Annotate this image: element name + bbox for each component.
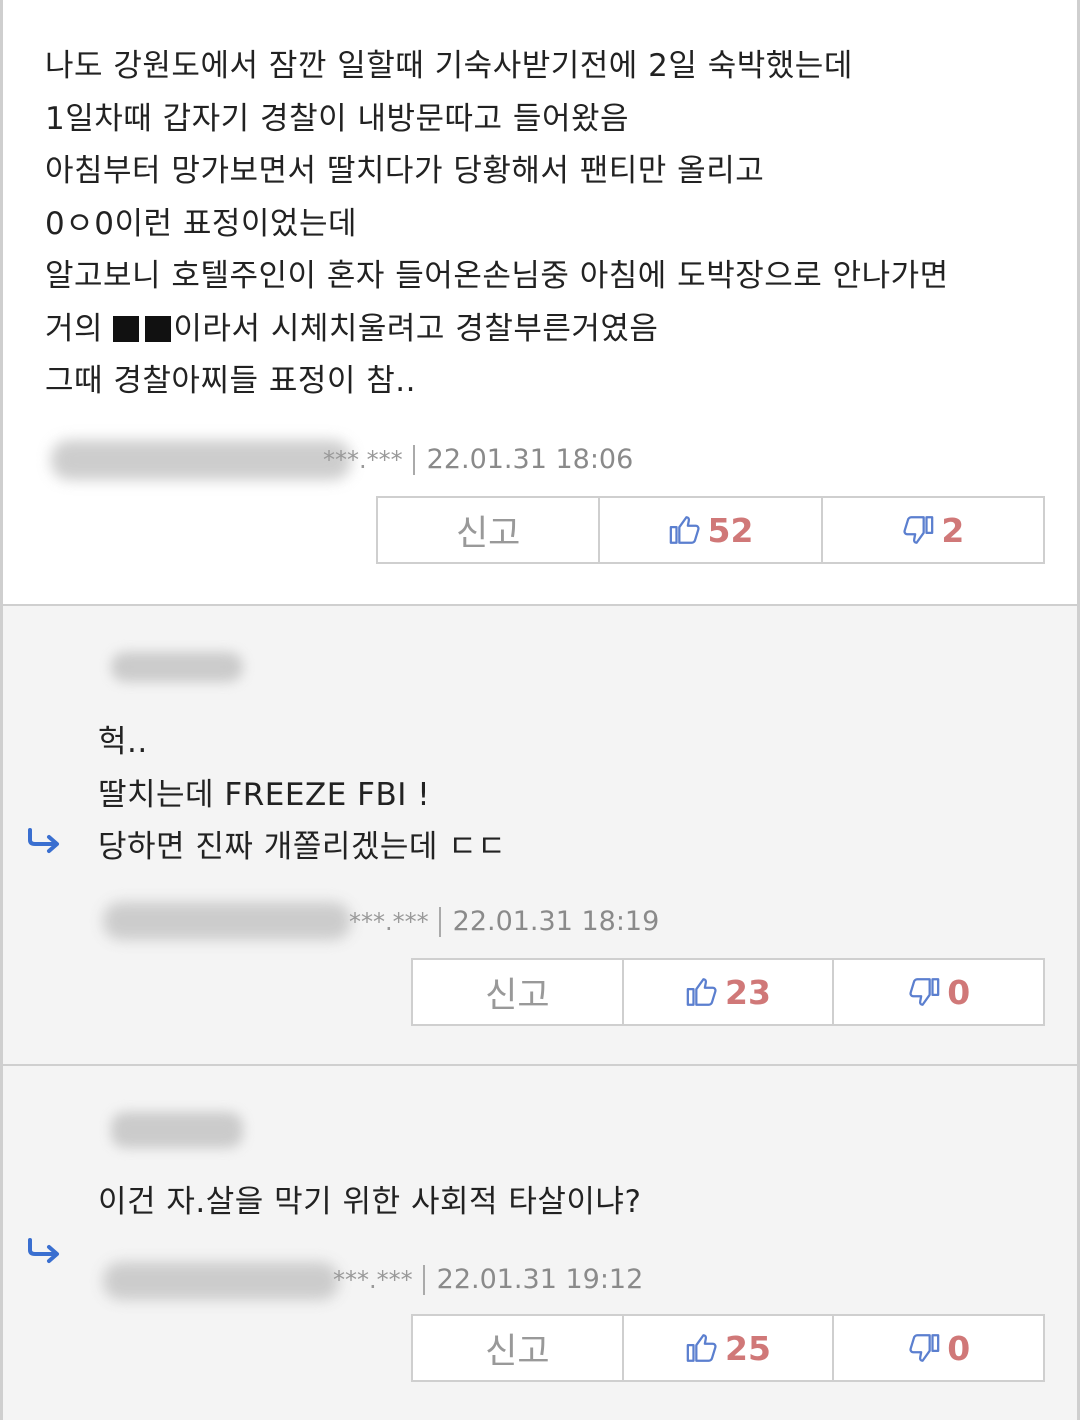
reply-arrow-icon xyxy=(28,828,59,853)
author-name-blurred xyxy=(103,902,351,940)
comment-line: 아침부터 망가보면서 딸치다가 당황해서 팬티만 올리고 xyxy=(45,153,765,189)
comment-line: 그때 경찰아찌들 표정이 참.. xyxy=(45,363,416,399)
comment-line: 이건 자.살을 막기 위한 사회적 타살이냐? xyxy=(98,1184,642,1220)
report-button[interactable]: 신고 xyxy=(413,1316,622,1380)
comment-line: 나도 강원도에서 잠깐 일할때 기숙사받기전에 2일 숙박했는데 xyxy=(45,48,853,84)
comment-date: 22.01.31 18:19 xyxy=(452,906,660,937)
comment-body: 헉.. 딸치는데 FREEZE FBI ! 당하면 진짜 개쫄리겠는데 ㄷㄷ xyxy=(98,716,506,874)
dislike-count: 0 xyxy=(947,972,971,1012)
thumbs-up-icon xyxy=(686,978,717,1006)
comment-3-reply: 이건 자.살을 막기 위한 사회적 타살이냐? ***.*** 22.01.31… xyxy=(0,1064,1080,1420)
censor-blocks xyxy=(113,315,172,342)
comment-line: 알고보니 호텔주인이 혼자 들어온손님중 아침에 도박장으로 안나가면 xyxy=(45,258,949,294)
like-count: 23 xyxy=(725,972,771,1012)
comment-actions: 신고 52 2 xyxy=(376,496,1045,564)
comment-meta: ***.*** 22.01.31 18:06 xyxy=(323,444,633,475)
comment-line: 0ㅇ0이런 표정이었는데 xyxy=(45,205,357,242)
reply-arrow-icon xyxy=(28,1238,59,1263)
meta-divider xyxy=(422,1264,425,1295)
comment-body: 이건 자.살을 막기 위한 사회적 타살이냐? xyxy=(98,1176,641,1229)
author-ip: ***.*** xyxy=(323,445,403,474)
author-name-blurred xyxy=(51,440,351,480)
report-button[interactable]: 신고 xyxy=(413,960,622,1024)
meta-divider xyxy=(438,906,441,937)
thumbs-down-icon xyxy=(903,516,934,544)
dislike-button[interactable]: 0 xyxy=(832,1316,1043,1380)
comment-date: 22.01.31 19:12 xyxy=(436,1264,644,1295)
author-name-blurred xyxy=(103,1262,339,1300)
comment-1: 나도 강원도에서 잠깐 일할때 기숙사받기전에 2일 숙박했는데 1일차때 갑자… xyxy=(0,0,1080,604)
author-ip: ***.*** xyxy=(349,907,429,936)
comment-meta: ***.*** 22.01.31 19:12 xyxy=(333,1264,643,1295)
comment-line: 딸치는데 FREEZE FBI ! xyxy=(98,776,431,813)
author-ip: ***.*** xyxy=(333,1265,413,1294)
meta-divider xyxy=(412,444,415,475)
comment-date: 22.01.31 18:06 xyxy=(426,444,634,475)
dislike-count: 2 xyxy=(941,510,965,550)
like-button[interactable]: 52 xyxy=(598,498,820,562)
comment-line: 당하면 진짜 개쫄리겠는데 ㄷㄷ xyxy=(98,829,507,865)
censored-prefix: 거의 xyxy=(45,310,114,347)
comment-line: 헉.. xyxy=(98,724,148,760)
thumbs-down-icon xyxy=(909,978,940,1006)
comment-actions: 신고 23 0 xyxy=(411,958,1045,1026)
report-button[interactable]: 신고 xyxy=(378,498,598,562)
like-count: 25 xyxy=(725,1328,771,1368)
dislike-button[interactable]: 2 xyxy=(820,498,1043,562)
comment-2-reply: 헉.. 딸치는데 FREEZE FBI ! 당하면 진짜 개쫄리겠는데 ㄷㄷ *… xyxy=(0,604,1080,1064)
author-name-blurred xyxy=(111,1112,243,1148)
thumbs-up-icon xyxy=(669,516,700,544)
like-button[interactable]: 23 xyxy=(621,960,833,1024)
dislike-button[interactable]: 0 xyxy=(832,960,1043,1024)
dislike-count: 0 xyxy=(947,1328,971,1368)
comment-body: 나도 강원도에서 잠깐 일할때 기숙사받기전에 2일 숙박했는데 1일차때 갑자… xyxy=(45,40,949,408)
comment-line: 1일차때 갑자기 경찰이 내방문따고 들어왔음 xyxy=(45,100,629,137)
comment-actions: 신고 25 0 xyxy=(411,1314,1045,1382)
author-name-blurred xyxy=(111,652,243,682)
like-button[interactable]: 25 xyxy=(621,1316,833,1380)
comment-meta: ***.*** 22.01.31 18:19 xyxy=(349,906,659,937)
censored-suffix: 이라서 시체치울려고 경찰부른거였음 xyxy=(173,310,659,347)
like-count: 52 xyxy=(707,510,754,550)
thumbs-up-icon xyxy=(686,1334,717,1362)
thumbs-down-icon xyxy=(909,1334,940,1362)
comment-line-censored: 거의 이라서 시체치울려고 경찰부른거였음 xyxy=(45,303,949,356)
